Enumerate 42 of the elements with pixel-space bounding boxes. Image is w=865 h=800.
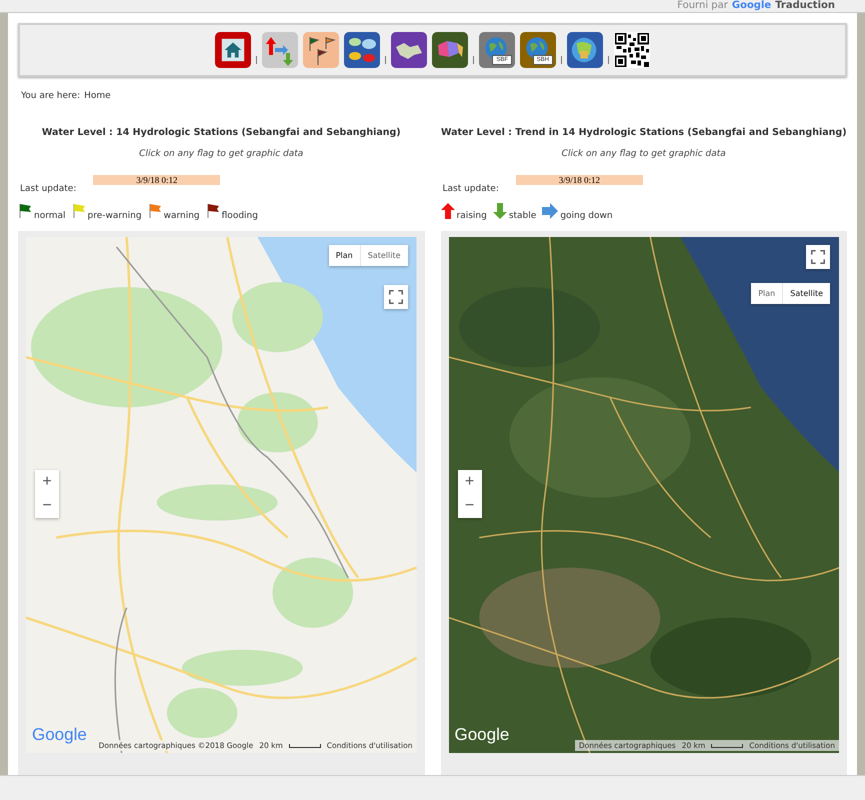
qr-code-icon[interactable] (614, 32, 650, 68)
breadcrumb-current[interactable]: Home (84, 91, 111, 101)
last-update-label: Last update: (442, 184, 499, 194)
zoom-in-button[interactable]: + (35, 470, 59, 494)
last-update-value: 3/9/18 0:12 (93, 175, 220, 185)
flags-icon[interactable] (303, 32, 339, 68)
brand-logo: Google (732, 1, 772, 11)
map-shape-icon[interactable] (391, 32, 427, 68)
panel-title: Water Level : Trend in 14 Hydrologic Stations (Sebangfai and Sebanghiang) (440, 127, 847, 138)
panel-title: Water Level : 14 Hydrologic Stations (Sebangfai and Sebanghiang) (40, 127, 402, 138)
legend-label: going down (560, 211, 613, 221)
scale-bar (711, 744, 744, 748)
breadcrumb-label: You are here: (21, 91, 80, 101)
map-logo: Google (32, 725, 87, 745)
legend-label: normal (34, 211, 66, 221)
credit-suffix: Traduction (775, 1, 835, 11)
legend-label: warning (164, 211, 200, 221)
map-type-tab[interactable]: Plan (328, 245, 360, 266)
map-type-tab[interactable]: Plan (751, 283, 782, 304)
legend-label: flooding (222, 211, 258, 221)
fullscreen-icon[interactable] (806, 245, 830, 269)
speech-bubbles-icon[interactable] (344, 32, 380, 68)
credit-prefix: Fourni par (677, 1, 728, 11)
zoom-out-button[interactable]: − (35, 494, 59, 518)
last-update-value: 3/9/18 0:12 (516, 175, 643, 185)
last-update-label: Last update: (20, 184, 76, 194)
map-logo: Google (454, 725, 510, 745)
fullscreen-icon[interactable] (384, 285, 408, 309)
panel-hint: Click on any flag to get graphic data (138, 149, 304, 159)
home-icon[interactable] (215, 32, 251, 68)
scale-bar (288, 744, 321, 748)
panel-hint: Click on any flag to get graphic data (560, 149, 727, 159)
map-type-tab[interactable]: Satellite (360, 245, 408, 266)
legend-label: raising (456, 211, 487, 221)
colored-map-icon[interactable] (432, 32, 468, 68)
map-type-tab[interactable]: Satellite (782, 283, 830, 304)
zoom-out-button[interactable]: − (458, 494, 482, 518)
legend-label: pre-warning (88, 211, 142, 221)
legend-label: stable (508, 211, 536, 221)
globe-icon[interactable] (567, 32, 603, 68)
trend-arrows-icon[interactable] (262, 32, 298, 68)
zoom-in-button[interactable]: + (458, 470, 482, 494)
